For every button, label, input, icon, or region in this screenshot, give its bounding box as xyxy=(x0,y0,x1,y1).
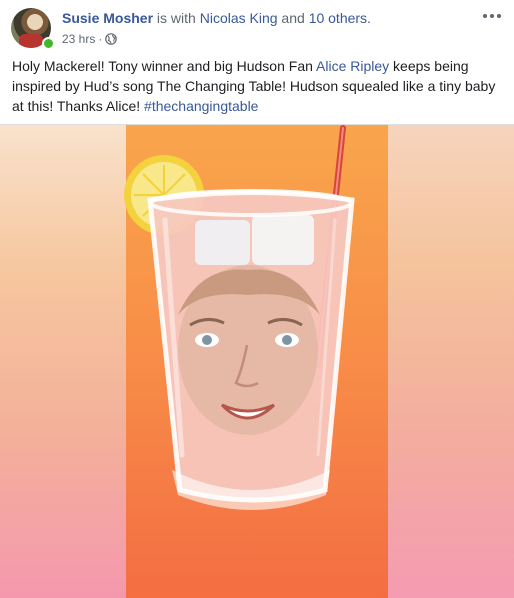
facebook-post: Susie Mosher is with Nicolas King and 10… xyxy=(0,0,514,598)
author-name-link[interactable]: Susie Mosher xyxy=(62,10,153,26)
post-header: Susie Mosher is with Nicolas King and 10… xyxy=(11,8,503,50)
post-text-part1: Holy Mackerel! Tony winner and big Hudso… xyxy=(12,58,317,74)
post-title-line: Susie Mosher is with Nicolas King and 10… xyxy=(62,10,371,26)
mention-link[interactable]: Alice Ripley xyxy=(316,58,389,74)
timestamp-link[interactable]: 23 hrs xyxy=(62,32,95,46)
meta-separator: · xyxy=(98,32,103,46)
post-text: Holy Mackerel! Tony winner and big Hudso… xyxy=(12,56,504,116)
lemonade-glass-illustration xyxy=(124,125,355,510)
tagged-person-link[interactable]: Nicolas King xyxy=(200,10,278,26)
others-link[interactable]: 10 others. xyxy=(309,10,371,26)
post-meta-line: 23 hrs · xyxy=(62,32,118,46)
more-options-icon[interactable] xyxy=(481,8,503,24)
avatar-shirt xyxy=(19,34,43,48)
with-text: is with xyxy=(153,10,200,26)
hashtag-link[interactable]: #thechangingtable xyxy=(144,98,258,114)
video-player[interactable] xyxy=(0,124,514,598)
online-status-indicator xyxy=(42,37,55,50)
and-text: and xyxy=(277,10,309,26)
globe-icon[interactable] xyxy=(105,33,118,45)
